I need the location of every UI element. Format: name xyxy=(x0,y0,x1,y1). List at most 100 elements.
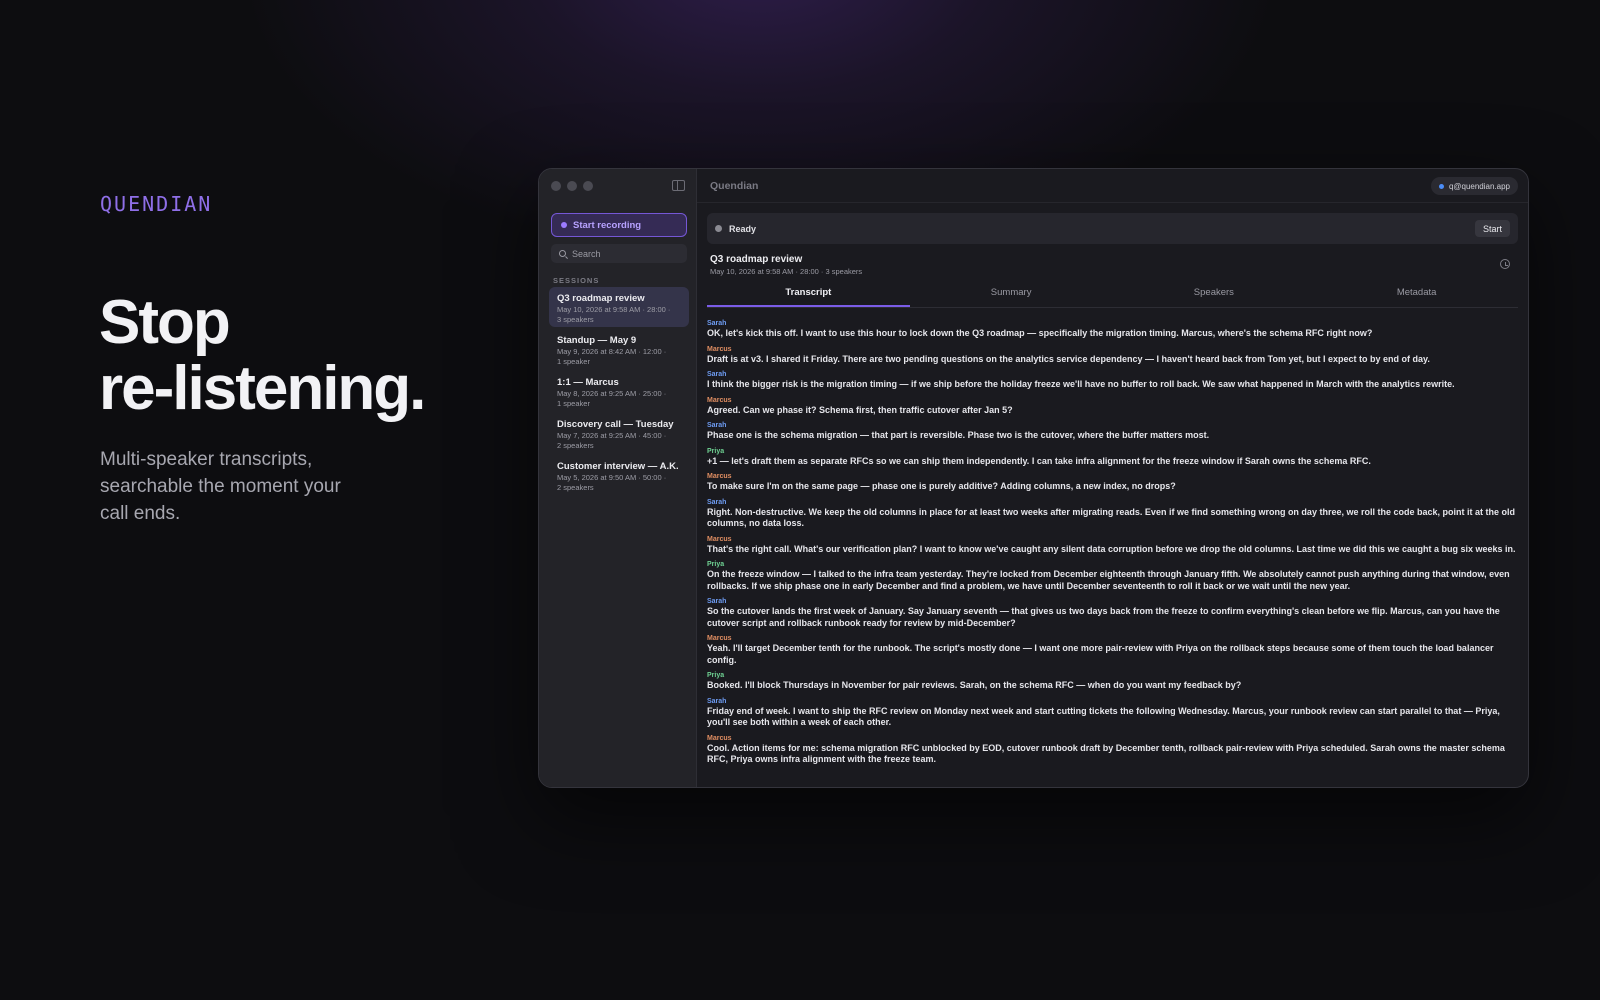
utterance-text: OK, let's kick this off. I want to use t… xyxy=(707,328,1373,338)
session-tabs: Transcript Summary Speakers Metadata xyxy=(707,281,1518,308)
session-item-title: 1:1 — Marcus xyxy=(557,377,619,388)
hero-tagline: Multi-speaker transcripts, searchable th… xyxy=(100,449,341,524)
search-icon xyxy=(559,250,566,257)
utterance-text: So the cutover lands the first week of J… xyxy=(707,606,1500,628)
brand-logo: QUENDIAN xyxy=(100,192,213,216)
transcript-entry: Sarah Phase one is the schema migration —… xyxy=(707,421,1518,442)
session-item[interactable]: 1:1 — Marcus May 8, 2026 at 9:25 AM · 25:… xyxy=(549,371,689,411)
utterance-text: To make sure I'm on the same page — phas… xyxy=(707,481,1176,491)
session-item-meta: May 10, 2026 at 9:58 AM · 28:00 · xyxy=(557,305,671,314)
transcript-entry: Marcus Yeah. I'll target December tenth f… xyxy=(707,634,1518,666)
transcript-entry: Sarah So the cutover lands the first week… xyxy=(707,597,1518,629)
start-button[interactable]: Start xyxy=(1474,220,1510,237)
tab-transcript[interactable]: Transcript xyxy=(707,281,910,307)
speaker-label: Marcus xyxy=(707,396,732,404)
sidebar-toggle-icon[interactable] xyxy=(672,180,685,191)
transcript-entry: Priya Booked. I'll block Thursdays in Nov… xyxy=(707,671,1518,692)
session-item-title: Customer interview — A.K. xyxy=(557,461,679,472)
tab-speakers[interactable]: Speakers xyxy=(1113,281,1316,307)
speaker-label: Sarah xyxy=(707,598,727,605)
sidebar: Start recording Search SESSIONS Q3 roadm… xyxy=(539,169,697,787)
speaker-label: Sarah xyxy=(707,697,727,705)
zoom-window-icon[interactable] xyxy=(583,181,593,191)
status-dot-icon xyxy=(715,225,722,232)
app-window: Start recording Search SESSIONS Q3 roadm… xyxy=(538,168,1529,788)
transcript-entry: Marcus Cool. Action items for me: schema … xyxy=(707,734,1518,766)
recording-status-bar: Ready Start xyxy=(707,213,1518,244)
minimize-window-icon[interactable] xyxy=(567,181,577,191)
status-text: Ready xyxy=(729,223,757,234)
transcript-entry: Priya On the freeze window — I talked to … xyxy=(707,560,1518,592)
hero-headline: Stop re-listening. xyxy=(99,288,426,422)
utterance-text: +1 — let's draft them as separate RFCs s… xyxy=(707,455,1371,466)
transcript-entry: Marcus That's the right call. What's our … xyxy=(707,535,1518,556)
session-item-speakers: 1 speaker xyxy=(557,356,590,366)
utterance-text: Booked. I'll block Thursdays in November… xyxy=(707,680,1242,690)
transcript-entry: Priya +1 — let's draft them as separate R… xyxy=(707,447,1518,468)
speaker-label: Sarah xyxy=(707,498,727,506)
account-email: q@quendian.app xyxy=(1448,181,1510,191)
session-header: Q3 roadmap review May 10, 2026 at 9:58 A… xyxy=(710,254,862,276)
main-panel: Quendian q@quendian.app Ready Start Q3 r… xyxy=(697,169,1528,787)
headline-line-1: Stop xyxy=(99,288,231,357)
session-item-speakers: 3 speakers xyxy=(557,314,594,324)
session-item[interactable]: Q3 roadmap review May 10, 2026 at 9:58 AM… xyxy=(549,287,689,327)
session-item-title: Discovery call — Tuesday xyxy=(557,419,674,430)
account-badge[interactable]: q@quendian.app xyxy=(1430,177,1518,195)
transcript-entry: Marcus Agreed. Can we phase it? Schema fi… xyxy=(707,396,1518,417)
speaker-label: Sarah xyxy=(707,422,727,429)
utterance-text: Draft is at v3. I shared it Friday. Ther… xyxy=(707,353,1430,364)
tab-metadata[interactable]: Metadata xyxy=(1315,281,1518,307)
session-item-meta: May 9, 2026 at 8:42 AM · 12:00 · xyxy=(557,347,667,356)
record-dot-icon xyxy=(561,222,567,228)
session-item[interactable]: Customer interview — A.K. May 5, 2026 at … xyxy=(549,455,689,495)
transcript-list[interactable]: Sarah OK, let's kick this off. I want to … xyxy=(707,319,1518,787)
titlebar: Quendian q@quendian.app xyxy=(697,169,1528,203)
speaker-label: Sarah xyxy=(707,320,727,327)
speaker-label: Priya xyxy=(707,561,725,568)
session-item-speakers: 2 speakers xyxy=(557,440,594,450)
utterance-text: Right. Non-destructive. We keep the old … xyxy=(707,506,1515,529)
window-controls xyxy=(551,181,593,191)
utterance-text: Phase one is the schema migration — that… xyxy=(707,430,1210,440)
session-item-speakers: 1 speaker xyxy=(557,398,590,408)
utterance-text: I think the bigger risk is the migration… xyxy=(707,379,1455,389)
tab-summary[interactable]: Summary xyxy=(910,281,1113,307)
speaker-label: Priya xyxy=(707,447,725,455)
session-meta: May 10, 2026 at 9:58 AM · 28:00 · 3 spea… xyxy=(710,267,863,276)
sessions-section-label: SESSIONS xyxy=(553,276,600,285)
session-list: Q3 roadmap review May 10, 2026 at 9:58 AM… xyxy=(549,287,689,497)
utterance-text: On the freeze window — I talked to the i… xyxy=(707,569,1510,591)
speaker-label: Marcus xyxy=(707,635,732,642)
speaker-label: Marcus xyxy=(707,473,732,480)
session-item[interactable]: Discovery call — Tuesday May 7, 2026 at 9… xyxy=(549,413,689,453)
start-recording-label: Start recording xyxy=(573,219,642,231)
utterance-text: Yeah. I'll target December tenth for the… xyxy=(707,643,1494,665)
session-item-title: Q3 roadmap review xyxy=(557,293,645,304)
session-item[interactable]: Standup — May 9 May 9, 2026 at 8:42 AM · … xyxy=(549,329,689,369)
speaker-label: Marcus xyxy=(707,734,732,742)
session-item-title: Standup — May 9 xyxy=(557,335,637,346)
speaker-label: Sarah xyxy=(707,371,727,378)
utterance-text: Agreed. Can we phase it? Schema first, t… xyxy=(707,404,1013,415)
start-recording-button[interactable]: Start recording xyxy=(551,213,687,237)
transcript-entry: Sarah Right. Non-destructive. We keep the… xyxy=(707,498,1518,530)
transcript-entry: Marcus To make sure I'm on the same page … xyxy=(707,472,1518,493)
session-item-speakers: 2 speakers xyxy=(557,482,594,492)
session-title: Q3 roadmap review xyxy=(710,254,803,265)
speaker-label: Priya xyxy=(707,672,725,679)
utterance-text: Friday end of week. I want to ship the R… xyxy=(707,705,1500,728)
speaker-label: Marcus xyxy=(707,535,732,543)
transcript-entry: Marcus Draft is at v3. I shared it Friday… xyxy=(707,345,1518,366)
session-item-meta: May 7, 2026 at 9:25 AM · 45:00 · xyxy=(557,431,667,440)
speaker-label: Marcus xyxy=(707,345,732,353)
app-title: Quendian xyxy=(710,180,759,192)
close-window-icon[interactable] xyxy=(551,181,561,191)
search-input[interactable]: Search xyxy=(551,244,687,263)
account-status-dot-icon xyxy=(1438,183,1444,189)
transcript-entry: Sarah OK, let's kick this off. I want to … xyxy=(707,319,1518,340)
history-icon[interactable] xyxy=(1500,259,1510,269)
session-item-meta: May 8, 2026 at 9:25 AM · 25:00 · xyxy=(557,389,667,398)
transcript-entry: Sarah Friday end of week. I want to ship … xyxy=(707,697,1518,729)
transcript-entry: Sarah I think the bigger risk is the migr… xyxy=(707,370,1518,391)
